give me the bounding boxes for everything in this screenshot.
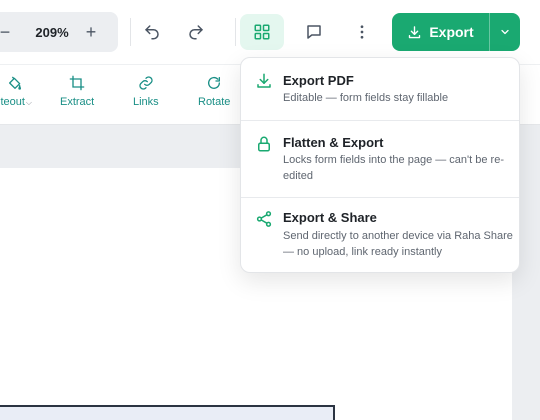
chevron-down-icon: ⌵	[25, 98, 32, 107]
export-pdf-option[interactable]: Export PDF Editable — form fields stay f…	[241, 58, 519, 120]
lock-icon	[255, 135, 275, 155]
tool-label: Links	[133, 96, 159, 108]
share-icon	[255, 210, 275, 230]
chevron-down-icon	[501, 29, 509, 35]
zoom-in-button[interactable]: +	[78, 12, 104, 52]
more-vertical-icon	[360, 25, 364, 39]
tool-rotate[interactable]: Rotate	[198, 75, 230, 119]
export-button-label: Export	[429, 24, 474, 40]
tool-extract[interactable]: Extract	[60, 75, 94, 119]
comments-button[interactable]	[296, 14, 332, 50]
tool-label: iteout	[0, 96, 25, 108]
flatten-export-option[interactable]: Flatten & Export Locks form fields into …	[241, 120, 519, 197]
crop-icon	[69, 75, 85, 91]
tool-label: Extract	[60, 96, 95, 108]
undo-icon	[145, 25, 159, 40]
export-share-option[interactable]: Export & Share Send directly to another …	[241, 197, 519, 272]
download-icon	[255, 72, 275, 92]
zoom-out-button[interactable]: −	[0, 12, 20, 52]
zoom-level[interactable]: 209%	[30, 12, 74, 52]
tool-whiteout[interactable]: iteout⌵	[0, 75, 32, 119]
thumbnails-button[interactable]	[240, 14, 284, 50]
redo-icon	[189, 25, 203, 40]
export-button[interactable]: Export	[392, 13, 489, 51]
grid-icon	[254, 24, 270, 40]
link-icon	[139, 76, 153, 90]
option-description: Locks form fields into the page — can't …	[283, 154, 504, 182]
redo-button[interactable]	[178, 14, 214, 50]
tool-links[interactable]: Links	[133, 75, 159, 119]
toolbar-divider	[130, 18, 131, 46]
more-button[interactable]	[344, 14, 380, 50]
form-field[interactable]	[0, 405, 335, 420]
toolbar-divider	[235, 18, 236, 46]
undo-button[interactable]	[134, 14, 170, 50]
export-button-group: Export	[392, 13, 520, 51]
comment-icon	[307, 25, 321, 39]
download-icon	[409, 25, 421, 38]
option-title: Export & Share	[283, 210, 377, 225]
rotate-icon	[208, 76, 221, 89]
zoom-control: − 209% +	[0, 12, 118, 52]
option-title: Export PDF	[283, 73, 354, 88]
export-options-toggle[interactable]	[490, 13, 520, 51]
option-description: Editable — form fields stay fillable	[283, 92, 449, 104]
option-title: Flatten & Export	[283, 135, 384, 150]
tool-label: Rotate	[198, 96, 231, 108]
option-description: Send directly to another device via Raha…	[283, 230, 513, 258]
paint-bucket-icon	[9, 76, 21, 90]
export-menu: Export PDF Editable — form fields stay f…	[240, 57, 520, 273]
top-toolbar: − 209% + Export	[0, 0, 540, 64]
